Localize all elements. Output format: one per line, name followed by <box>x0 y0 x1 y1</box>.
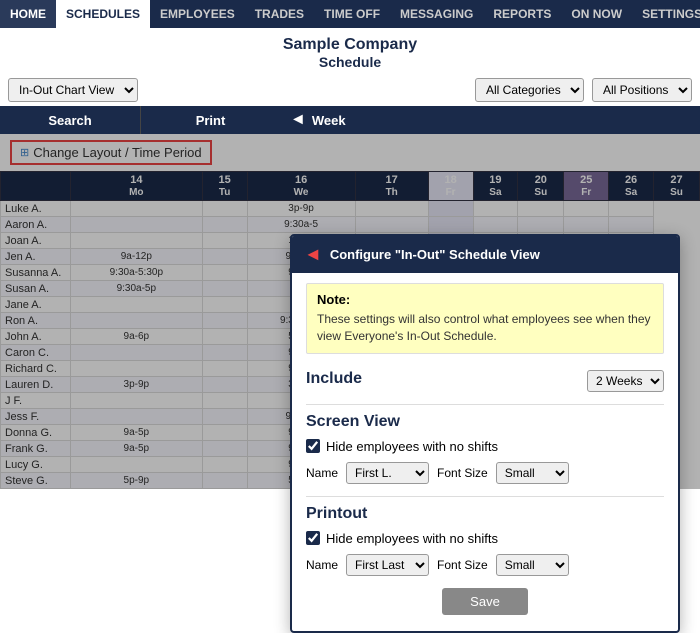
print-name-font-row: Name First Last First L. Last, First Fon… <box>306 554 664 576</box>
nav-messaging[interactable]: MESSAGING <box>390 0 483 28</box>
modal-arrow-icon: ◄ <box>304 244 322 265</box>
include-label: Include <box>306 370 362 388</box>
nav-settings[interactable]: SETTINGS <box>632 0 700 28</box>
nav-trades[interactable]: TRADES <box>245 0 314 28</box>
screen-view-label: Screen View <box>306 413 664 431</box>
main-nav: HOME SCHEDULES EMPLOYEES TRADES TIME OFF… <box>0 0 700 28</box>
modal-header: ◄ Configure "In-Out" Schedule View <box>292 236 678 273</box>
nav-employees[interactable]: EMPLOYEES <box>150 0 245 28</box>
print-hide-label: Hide employees with no shifts <box>326 531 498 546</box>
schedule-label: Schedule <box>0 54 700 70</box>
search-button[interactable]: Search <box>0 106 140 134</box>
save-button[interactable]: Save <box>442 588 528 615</box>
screen-name-font-row: Name First L. First Last Last, First Fon… <box>306 462 664 484</box>
positions-select[interactable]: All Positions <box>592 78 692 102</box>
print-name-label: Name <box>306 558 338 572</box>
note-text: These settings will also control what em… <box>317 311 653 345</box>
print-hide-checkbox[interactable] <box>306 531 320 545</box>
company-name: Sample Company <box>0 36 700 54</box>
include-weeks-select[interactable]: 2 Weeks 1 Week 3 Weeks 4 Weeks <box>587 370 664 392</box>
note-box: Note: These settings will also control w… <box>306 283 664 354</box>
screen-font-label: Font Size <box>437 466 488 480</box>
nav-onnow[interactable]: ON NOW <box>561 0 632 28</box>
printout-label: Printout <box>306 505 664 523</box>
screen-font-select[interactable]: Small Medium Large <box>496 462 569 484</box>
screen-name-label: Name <box>306 466 338 480</box>
print-font-label: Font Size <box>437 558 488 572</box>
nav-home[interactable]: HOME <box>0 0 56 28</box>
print-hide-row: Hide employees with no shifts <box>306 531 664 546</box>
main-area: ⊞ Change Layout / Time Period 14Mo 15Tu … <box>0 134 700 489</box>
nav-reports[interactable]: REPORTS <box>483 0 561 28</box>
week-label: ◄ Week <box>280 106 356 134</box>
view-select[interactable]: In-Out Chart View <box>8 78 138 102</box>
nav-schedules[interactable]: SCHEDULES <box>56 0 150 28</box>
screen-hide-checkbox[interactable] <box>306 439 320 453</box>
screen-hide-row: Hide employees with no shifts <box>306 439 664 454</box>
modal-title: Configure "In-Out" Schedule View <box>330 247 540 262</box>
save-row: Save <box>306 588 664 615</box>
categories-select[interactable]: All Categories <box>475 78 584 102</box>
search-print-bar: Search Print ◄ Week <box>0 106 700 134</box>
print-name-select[interactable]: First Last First L. Last, First <box>346 554 429 576</box>
screen-name-select[interactable]: First L. First Last Last, First <box>346 462 429 484</box>
print-button[interactable]: Print <box>140 106 280 134</box>
screen-hide-label: Hide employees with no shifts <box>326 439 498 454</box>
nav-timeoff[interactable]: TIME OFF <box>314 0 390 28</box>
toolbar: In-Out Chart View All Categories All Pos… <box>0 74 700 106</box>
include-section: Include 2 Weeks 1 Week 3 Weeks 4 Weeks <box>306 366 664 396</box>
note-title: Note: <box>317 292 653 307</box>
modal-body: Note: These settings will also control w… <box>292 273 678 631</box>
configure-modal: ◄ Configure "In-Out" Schedule View Note:… <box>290 234 680 633</box>
page-header: Sample Company Schedule <box>0 28 700 74</box>
print-font-select[interactable]: Small Medium Large <box>496 554 569 576</box>
